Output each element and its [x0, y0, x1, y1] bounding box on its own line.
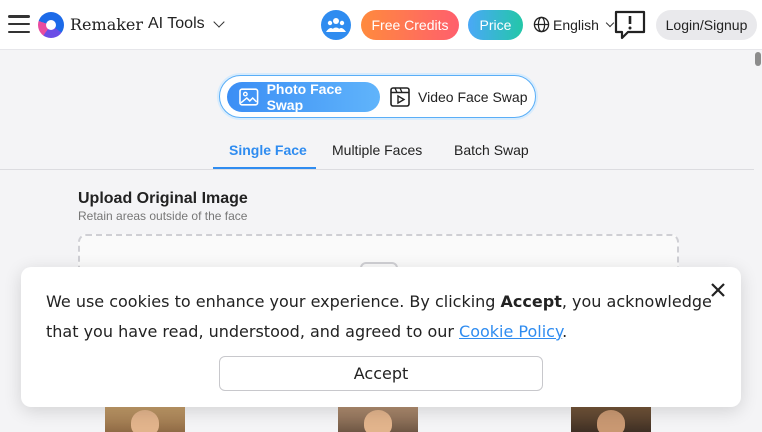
tab-single-face[interactable]: Single Face — [229, 142, 307, 158]
cookie-accept-word: Accept — [500, 292, 562, 311]
price-button[interactable]: Price — [468, 10, 523, 40]
ai-tools-label: AI Tools — [148, 15, 205, 32]
community-icon[interactable] — [321, 10, 351, 40]
sample-face — [597, 410, 625, 432]
video-face-swap-button[interactable]: Video Face Swap — [390, 82, 527, 112]
hamburger-menu-icon[interactable] — [8, 13, 30, 35]
photo-face-swap-label: Photo Face Swap — [266, 81, 343, 113]
video-face-swap-label: Video Face Swap — [418, 89, 528, 105]
accept-cookies-button[interactable]: Accept — [219, 356, 543, 391]
ai-tools-dropdown[interactable]: AI Tools — [148, 15, 225, 33]
upload-title: Upload Original Image — [78, 190, 248, 207]
free-credits-button[interactable]: Free Credits — [361, 10, 459, 40]
video-icon — [390, 87, 410, 107]
tab-batch-swap[interactable]: Batch Swap — [454, 142, 529, 158]
cookie-policy-link[interactable]: Cookie Policy — [459, 322, 562, 341]
image-icon — [239, 88, 259, 106]
cookie-text-1: We use cookies to enhance your experienc… — [46, 292, 501, 311]
feedback-icon[interactable] — [614, 10, 646, 40]
sample-image-3[interactable] — [571, 404, 651, 432]
language-label: English — [553, 16, 599, 33]
swap-mode-toggle: Photo Face Swap Video Face Swap — [219, 75, 536, 118]
chevron-down-icon — [605, 18, 615, 28]
cookie-text-end: . — [562, 322, 568, 341]
active-tab-indicator — [213, 167, 316, 169]
upload-subtitle: Retain areas outside of the face — [78, 209, 248, 223]
language-selector[interactable]: English — [533, 16, 615, 33]
top-nav-bar: Remaker AI Tools Free Credits Price Engl… — [0, 0, 762, 50]
scrollbar-thumb[interactable] — [755, 52, 761, 66]
brand-name[interactable]: Remaker — [70, 15, 143, 34]
photo-face-swap-button[interactable]: Photo Face Swap — [227, 81, 380, 113]
chevron-down-icon — [212, 16, 225, 28]
cookie-message: We use cookies to enhance your experienc… — [46, 287, 716, 347]
page-scrollbar[interactable] — [754, 50, 762, 432]
sample-image-1[interactable] — [105, 404, 185, 432]
sample-face — [364, 410, 392, 432]
face-mode-tabs: Single Face Multiple Faces Batch Swap — [0, 130, 754, 170]
tab-multiple-faces[interactable]: Multiple Faces — [332, 142, 422, 158]
sample-image-2[interactable] — [338, 404, 418, 432]
remaker-logo-icon[interactable] — [38, 12, 64, 38]
login-signup-button[interactable]: Login/Signup — [656, 10, 757, 40]
globe-icon — [533, 16, 550, 33]
sample-face — [131, 410, 159, 432]
cookie-consent-banner: We use cookies to enhance your experienc… — [21, 267, 741, 407]
